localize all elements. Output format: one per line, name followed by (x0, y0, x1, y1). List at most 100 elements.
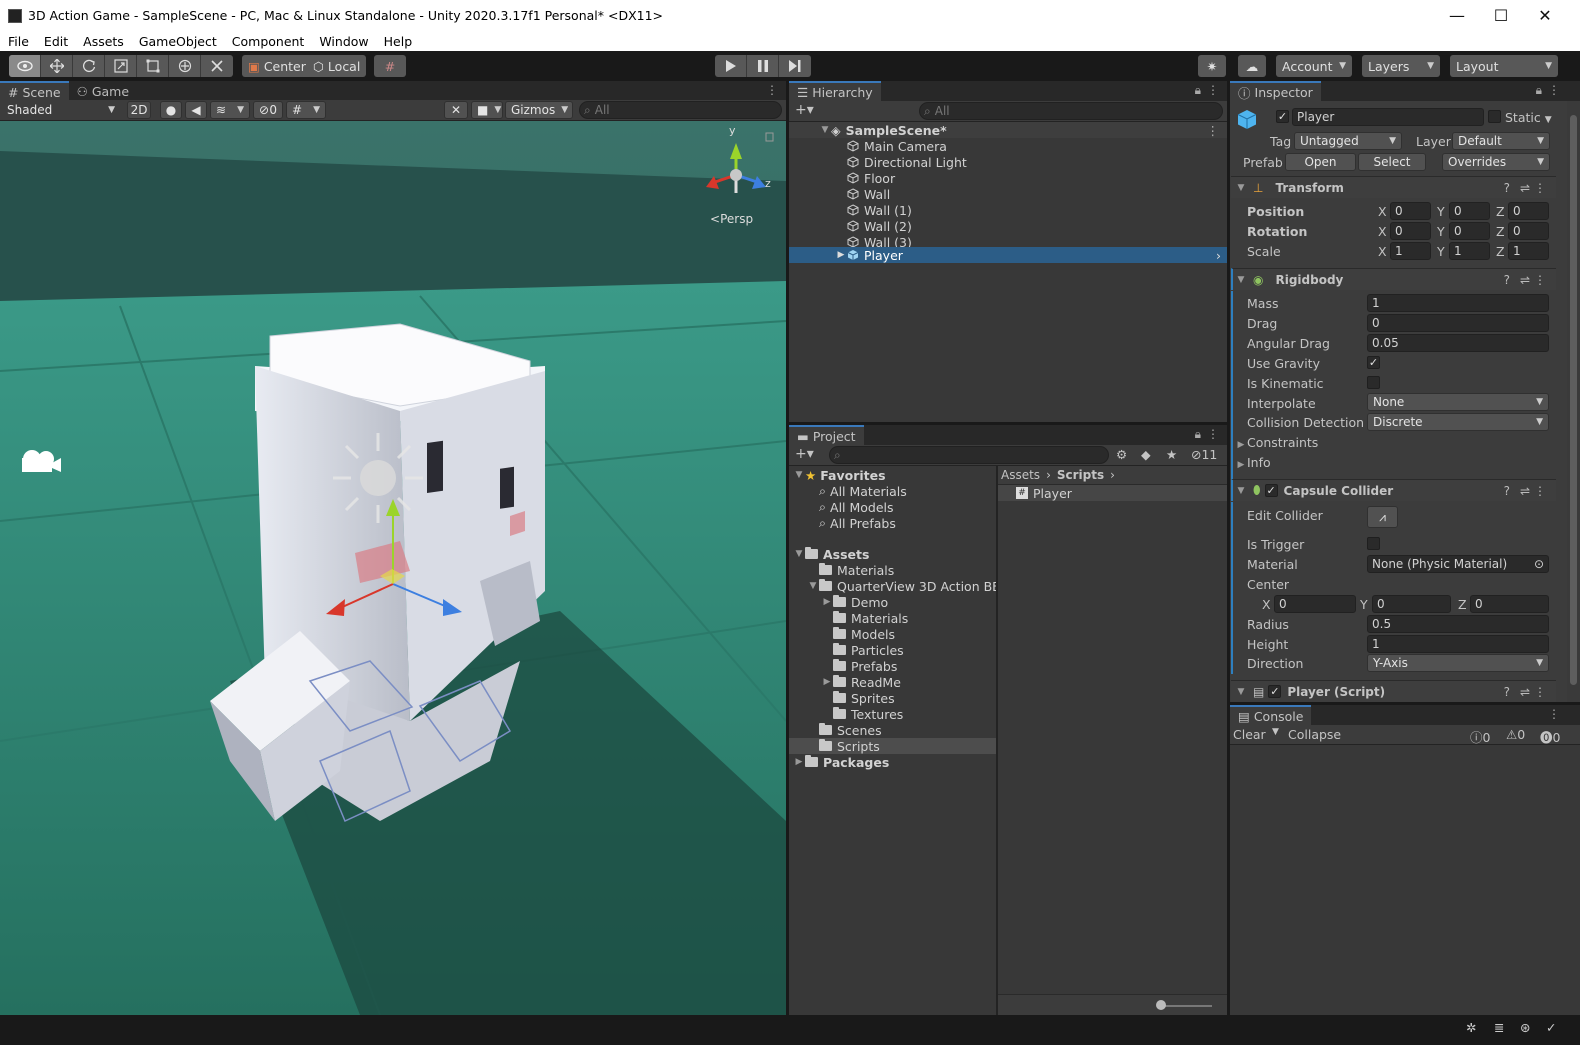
folder-scenes[interactable]: Scenes (819, 722, 882, 738)
file-player-script[interactable]: # Player (998, 485, 1227, 501)
more-options-icon[interactable]: ⋮ (1548, 707, 1560, 721)
effects-dropdown[interactable]: ≋ ▼ (210, 101, 250, 119)
warning-count-toggle[interactable]: ⚠0 (1506, 727, 1525, 742)
is-kinematic-checkbox[interactable] (1367, 376, 1380, 389)
hidden-objects-toggle[interactable]: ⊘ 0 (253, 101, 283, 119)
active-checkbox[interactable]: ✓ (1276, 110, 1289, 123)
radius-input[interactable]: 0.5 (1367, 615, 1549, 633)
more-options-icon[interactable]: ⋮ (1534, 273, 1546, 287)
preset-icon[interactable]: ⇌ (1520, 181, 1530, 195)
projection-toggle[interactable]: <Persp (710, 212, 753, 226)
favorites-row[interactable]: ▼ ★ Favorites (793, 467, 886, 483)
position-y-input[interactable]: 0 (1449, 202, 1490, 220)
preset-icon[interactable]: ⇌ (1520, 685, 1530, 699)
add-button[interactable]: +▾ (795, 102, 814, 118)
inspector-scrollbar[interactable] (1567, 101, 1580, 702)
move-tool-button[interactable] (41, 55, 73, 77)
error-count-toggle[interactable]: ⓿0 (1540, 727, 1560, 746)
menu-help[interactable]: Help (376, 34, 420, 49)
hierarchy-item-main-camera[interactable]: Main Camera (847, 138, 947, 154)
expand-arrow-icon[interactable]: ▼ (807, 581, 819, 591)
pivot-rotation-button[interactable]: ⬡ Local (307, 55, 367, 77)
folder-prefabs[interactable]: Prefabs (833, 658, 897, 674)
create-button[interactable]: +▾ (795, 446, 814, 462)
more-options-icon[interactable]: ⋮ (1207, 427, 1219, 441)
tab-console[interactable]: ▤ Console (1230, 705, 1312, 725)
object-picker-icon[interactable]: ⊙ (1534, 557, 1544, 571)
expand-arrow-icon[interactable]: ▼ (1235, 275, 1247, 285)
help-icon[interactable]: ? (1504, 685, 1510, 699)
folder-models[interactable]: Models (833, 626, 895, 642)
shading-mode-dropdown[interactable]: Shaded ▼ (2, 101, 120, 119)
folder-quarterview[interactable]: ▼ QuarterView 3D Action BE5 (807, 578, 1009, 594)
scene-root-row[interactable]: ▼ ◈ SampleScene* ⋮ (789, 122, 1227, 138)
direction-dropdown[interactable]: Y-Axis ▼ (1367, 654, 1549, 672)
scrollbar-thumb[interactable] (1570, 115, 1577, 685)
folder-demo[interactable]: ▶ Demo (821, 594, 889, 610)
menu-file[interactable]: File (0, 34, 36, 49)
center-z-input[interactable]: 0 (1470, 595, 1549, 613)
lighting-toggle[interactable]: ● (160, 101, 182, 119)
pivot-mode-button[interactable]: ▣ Center (242, 55, 312, 77)
pause-button[interactable] (747, 55, 779, 77)
search-by-label-icon[interactable]: ◆ (1141, 447, 1151, 462)
prefab-select-button[interactable]: Select (1358, 153, 1426, 171)
toggle-2d-button[interactable]: 2D (127, 101, 151, 119)
tab-inspector[interactable]: ⓘ Inspector (1230, 81, 1321, 101)
scale-x-input[interactable]: 1 (1390, 242, 1431, 260)
help-icon[interactable]: ? (1504, 273, 1510, 287)
folder-scripts[interactable]: Scripts (789, 738, 996, 754)
lock-icon[interactable]: 🔒︎ (1536, 83, 1542, 98)
help-icon[interactable]: ? (1504, 181, 1510, 195)
material-object-field[interactable]: None (Physic Material) ⊙ (1367, 555, 1549, 573)
menu-window[interactable]: Window (311, 34, 375, 49)
expand-arrow-icon[interactable]: ▶ (793, 757, 805, 767)
maximize-button[interactable]: ☐ (1478, 0, 1524, 31)
prefab-open-button[interactable]: Open (1285, 153, 1356, 171)
prefab-overrides-dropdown[interactable]: Overrides ▼ (1442, 153, 1550, 171)
folder-particles[interactable]: Particles (833, 642, 904, 658)
script-enabled-checkbox[interactable]: ✓ (1268, 685, 1282, 698)
cloud-button[interactable]: ☁ (1238, 55, 1266, 77)
hierarchy-search-input[interactable]: ⌕ All (919, 102, 1223, 120)
scale-y-input[interactable]: 1 (1449, 242, 1490, 260)
is-trigger-checkbox[interactable] (1367, 537, 1380, 550)
folder-sprites[interactable]: Sprites (833, 690, 895, 706)
tab-hierarchy[interactable]: ☰ Hierarchy (789, 81, 881, 101)
favorite-all-prefabs[interactable]: ⌕ All Prefabs (819, 515, 896, 531)
minimize-button[interactable]: — (1434, 0, 1480, 31)
debug-bug-icon[interactable]: ✲ (1466, 1020, 1476, 1035)
menu-gameobject[interactable]: GameObject (131, 34, 224, 49)
rotation-x-input[interactable]: 0 (1390, 222, 1431, 240)
rect-tool-button[interactable] (137, 55, 169, 77)
gizmos-dropdown[interactable]: Gizmos ▼ (505, 101, 573, 119)
account-dropdown[interactable]: Account ▼ (1276, 55, 1352, 77)
hidden-packages-toggle[interactable]: ⊘11 (1191, 447, 1217, 462)
edit-collider-button[interactable]: ⩘ (1367, 506, 1398, 528)
constraints-foldout[interactable]: ▶ Constraints (1235, 435, 1319, 450)
expand-arrow-icon[interactable]: ▼ (1235, 183, 1247, 193)
camera-dropdown[interactable]: ■ ▼ (471, 101, 503, 119)
folder-materials[interactable]: Materials (819, 562, 894, 578)
static-checkbox[interactable] (1488, 110, 1501, 123)
collision-detection-dropdown[interactable]: Discrete ▼ (1367, 413, 1549, 431)
assets-row[interactable]: ▼ Assets (793, 546, 870, 562)
hierarchy-item-directional-light[interactable]: Directional Light (847, 154, 967, 170)
expand-arrow-icon[interactable]: ▼ (1235, 687, 1247, 697)
project-search-input[interactable]: ⌕ (829, 446, 1109, 464)
favorite-all-models[interactable]: ⌕ All Models (819, 499, 894, 515)
scale-z-input[interactable]: 1 (1508, 242, 1549, 260)
preset-icon[interactable]: ⇌ (1520, 484, 1530, 498)
breadcrumb-scripts[interactable]: Scripts (1057, 468, 1104, 482)
hierarchy-item-floor[interactable]: Floor (847, 170, 895, 186)
tab-scene[interactable]: # Scene (0, 81, 69, 101)
transform-header[interactable]: ▼ ⊥ Transform ? ⇌ ⋮ (1231, 176, 1556, 198)
breadcrumb-assets[interactable]: Assets (1001, 468, 1040, 482)
layout-dropdown[interactable]: Layout ▼ (1450, 55, 1558, 77)
rotation-z-input[interactable]: 0 (1508, 222, 1549, 240)
scale-tool-button[interactable] (105, 55, 137, 77)
player-script-header[interactable]: ▼ ▤ ✓ Player (Script) ? ⇌ ⋮ (1231, 680, 1556, 702)
more-options-icon[interactable]: ⋮ (1548, 83, 1560, 97)
menu-edit[interactable]: Edit (36, 34, 75, 49)
lock-icon[interactable]: 🔒︎ (1195, 427, 1201, 442)
